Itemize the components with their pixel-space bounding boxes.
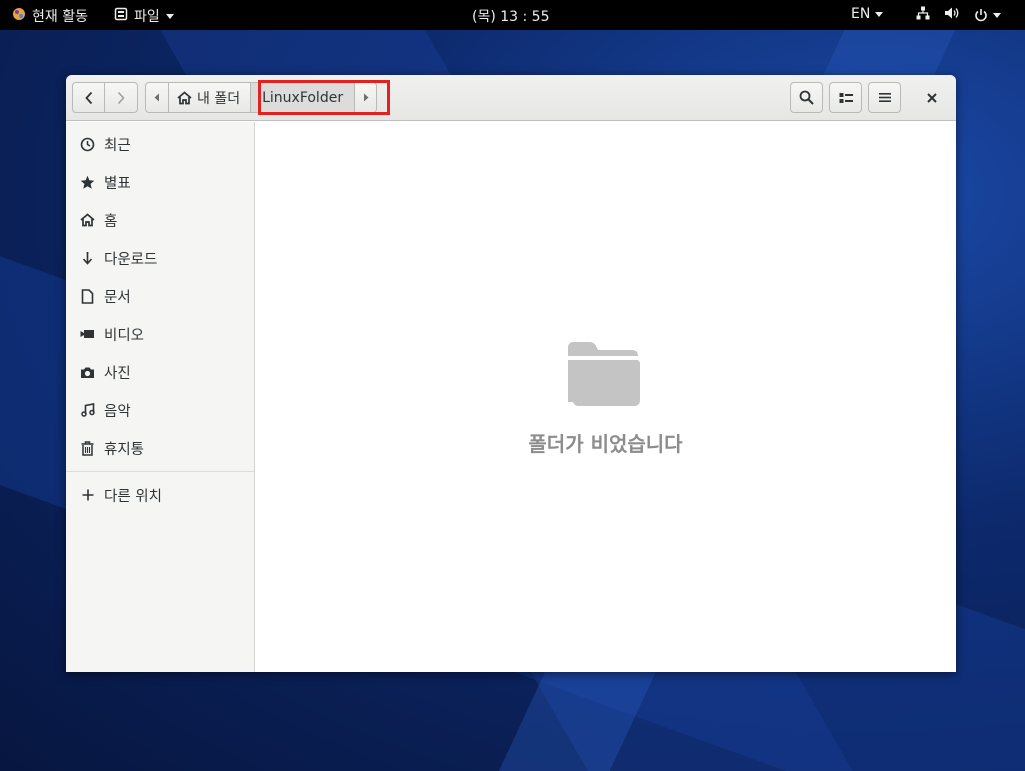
content-area[interactable]: 폴더가 비었습니다 bbox=[255, 122, 956, 672]
sidebar: 최근 별표 홈 다운로드 문서 비디오 사진 음악 휴지통 다른 위치 bbox=[66, 122, 255, 672]
sidebar-item-label: 문서 bbox=[104, 289, 131, 306]
triangle-left-icon bbox=[154, 93, 159, 102]
path-scroll-left-button[interactable] bbox=[145, 82, 169, 113]
path-home-label: 내 폴더 bbox=[197, 90, 241, 107]
forward-button[interactable] bbox=[105, 82, 138, 113]
sidebar-item-label: 비디오 bbox=[104, 327, 145, 344]
menu-button[interactable] bbox=[868, 82, 901, 113]
home-icon bbox=[177, 90, 192, 104]
chevron-left-icon bbox=[84, 91, 92, 104]
network-icon bbox=[916, 6, 930, 24]
trash-icon bbox=[80, 440, 95, 456]
sidebar-item-label: 홈 bbox=[104, 213, 118, 230]
sidebar-separator bbox=[66, 471, 254, 472]
system-menu[interactable] bbox=[916, 6, 1001, 24]
triangle-right-icon bbox=[363, 93, 369, 102]
chevron-down-icon bbox=[875, 11, 884, 17]
sidebar-item-label: 별표 bbox=[104, 175, 131, 192]
list-view-icon bbox=[839, 92, 853, 103]
top-bar: 현재 활동 파일 (목) 13 : 55 EN bbox=[0, 0, 1025, 30]
sidebar-item-home[interactable]: 홈 bbox=[66, 201, 254, 239]
sidebar-item-label: 다른 위치 bbox=[104, 488, 162, 505]
clock-icon bbox=[80, 137, 95, 152]
activities-label: 현재 활동 bbox=[32, 9, 88, 25]
sidebar-item-pictures[interactable]: 사진 bbox=[66, 353, 254, 391]
view-mode-button[interactable] bbox=[829, 82, 862, 113]
path-home-button[interactable]: 내 폴더 bbox=[169, 82, 252, 113]
sidebar-item-documents[interactable]: 문서 bbox=[66, 277, 254, 315]
activities-button[interactable]: 현재 활동 bbox=[12, 6, 88, 26]
sidebar-item-videos[interactable]: 비디오 bbox=[66, 315, 254, 353]
search-button[interactable] bbox=[790, 82, 823, 113]
document-icon bbox=[80, 288, 95, 304]
language-label: EN bbox=[851, 6, 871, 22]
path-bar: 내 폴더 LinuxFolder bbox=[145, 82, 378, 113]
sidebar-item-label: 사진 bbox=[104, 365, 131, 382]
sidebar-item-label: 다운로드 bbox=[104, 251, 158, 268]
sidebar-item-trash[interactable]: 휴지통 bbox=[66, 429, 254, 467]
file-manager-window: 내 폴더 LinuxFolder 최근 별표 홈 다운로드 문서 비디오 사진 … bbox=[66, 75, 956, 672]
close-icon bbox=[927, 92, 937, 103]
sidebar-item-other-locations[interactable]: 다른 위치 bbox=[66, 476, 254, 514]
music-icon bbox=[80, 403, 95, 418]
hamburger-icon bbox=[878, 93, 891, 102]
path-scroll-right-button[interactable] bbox=[355, 82, 378, 113]
navigation-buttons bbox=[72, 82, 139, 113]
sidebar-item-music[interactable]: 음악 bbox=[66, 391, 254, 429]
sidebar-item-label: 최근 bbox=[104, 137, 131, 154]
path-current-folder-button[interactable]: LinuxFolder bbox=[251, 82, 356, 113]
sidebar-item-recent[interactable]: 최근 bbox=[66, 125, 254, 163]
empty-folder-message: 폴더가 비었습니다 bbox=[528, 432, 683, 456]
activities-icon bbox=[12, 7, 26, 25]
plus-icon bbox=[80, 488, 95, 503]
download-icon bbox=[80, 251, 95, 266]
clock[interactable]: (목) 13 : 55 bbox=[472, 6, 550, 26]
sidebar-item-starred[interactable]: 별표 bbox=[66, 163, 254, 201]
files-app-icon bbox=[114, 7, 128, 25]
video-icon bbox=[80, 327, 95, 342]
sidebar-item-label: 휴지통 bbox=[104, 441, 145, 458]
close-button[interactable] bbox=[918, 82, 946, 113]
header-bar: 내 폴더 LinuxFolder bbox=[66, 75, 956, 121]
camera-icon bbox=[80, 365, 95, 380]
volume-icon bbox=[944, 6, 960, 24]
sidebar-item-downloads[interactable]: 다운로드 bbox=[66, 239, 254, 277]
path-current-label: LinuxFolder bbox=[262, 89, 344, 106]
language-indicator[interactable]: EN bbox=[851, 6, 884, 22]
power-icon bbox=[974, 8, 1001, 22]
star-icon bbox=[80, 175, 95, 190]
back-button[interactable] bbox=[72, 82, 105, 113]
chevron-right-icon bbox=[117, 91, 125, 104]
home-icon bbox=[80, 213, 95, 228]
app-menu-label: 파일 bbox=[134, 9, 160, 25]
chevron-down-icon bbox=[165, 13, 174, 19]
folder-icon bbox=[568, 342, 640, 410]
app-menu[interactable]: 파일 bbox=[114, 6, 174, 26]
search-icon bbox=[799, 90, 814, 105]
sidebar-item-label: 음악 bbox=[104, 403, 131, 420]
